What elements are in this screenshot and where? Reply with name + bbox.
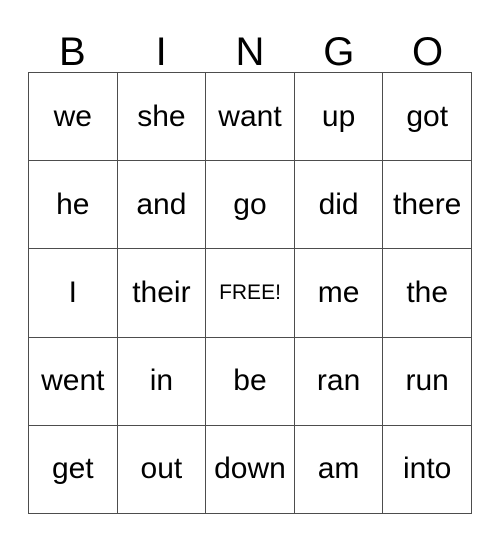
- bingo-card: B I N G O we she want up got he and go d…: [28, 14, 472, 514]
- bingo-cell-b2[interactable]: he: [29, 161, 118, 250]
- bingo-cell-n5[interactable]: down: [206, 425, 295, 514]
- bingo-cell-label: up: [321, 99, 356, 133]
- bingo-cell-label: we: [53, 99, 92, 133]
- bingo-cell-i3[interactable]: their: [117, 249, 207, 338]
- bingo-header-letter-b: B: [59, 30, 86, 74]
- bingo-cell-g2[interactable]: did: [294, 161, 384, 250]
- bingo-free-space-label: FREE!: [219, 281, 281, 305]
- bingo-cell-label: in: [149, 364, 174, 398]
- bingo-cell-label: into: [403, 452, 452, 486]
- bingo-cell-b1[interactable]: we: [29, 73, 118, 162]
- bingo-cell-label: am: [317, 452, 360, 486]
- bingo-cell-i5[interactable]: out: [117, 425, 207, 514]
- bingo-cell-label: did: [318, 187, 359, 221]
- bingo-cell-n1[interactable]: want: [206, 73, 295, 162]
- bingo-cell-o2[interactable]: there: [383, 161, 472, 250]
- bingo-cell-g5[interactable]: am: [294, 425, 384, 514]
- bingo-cell-i4[interactable]: in: [117, 337, 207, 426]
- bingo-cell-label: went: [41, 364, 105, 398]
- bingo-cell-label: I: [68, 275, 77, 309]
- bingo-header-letter-n: N: [235, 30, 265, 74]
- bingo-cell-label: be: [233, 364, 267, 398]
- bingo-cell-g1[interactable]: up: [294, 73, 384, 162]
- bingo-grid: we she want up got he and go did there I…: [28, 72, 472, 514]
- bingo-cell-b5[interactable]: get: [29, 425, 118, 514]
- bingo-cell-label: run: [405, 364, 449, 398]
- bingo-cell-label: and: [136, 187, 187, 221]
- bingo-cell-b3[interactable]: I: [29, 249, 118, 338]
- bingo-cell-g3[interactable]: me: [294, 249, 384, 338]
- bingo-cell-label: go: [233, 187, 267, 221]
- bingo-cell-o5[interactable]: into: [383, 425, 472, 514]
- bingo-cell-free-space[interactable]: FREE!: [206, 249, 295, 338]
- bingo-cell-o4[interactable]: run: [383, 337, 472, 426]
- bingo-cell-label: she: [137, 99, 186, 133]
- bingo-cell-b4[interactable]: went: [29, 337, 118, 426]
- bingo-cell-label: there: [392, 187, 462, 221]
- bingo-cell-i2[interactable]: and: [117, 161, 207, 250]
- bingo-cell-o3[interactable]: the: [383, 249, 472, 338]
- bingo-header-letter-o: O: [412, 30, 444, 74]
- bingo-cell-label: me: [317, 275, 360, 309]
- bingo-header-row: B I N G O: [28, 14, 472, 72]
- bingo-cell-g4[interactable]: ran: [294, 337, 384, 426]
- bingo-cell-i1[interactable]: she: [117, 73, 207, 162]
- bingo-cell-o1[interactable]: got: [383, 73, 472, 162]
- bingo-cell-label: their: [132, 275, 191, 309]
- bingo-cell-label: want: [218, 99, 282, 133]
- bingo-cell-label: the: [406, 275, 449, 309]
- bingo-cell-label: he: [56, 187, 90, 221]
- bingo-cell-label: got: [406, 99, 449, 133]
- bingo-cell-label: ran: [316, 364, 361, 398]
- bingo-cell-label: down: [214, 452, 286, 486]
- bingo-cell-n4[interactable]: be: [206, 337, 295, 426]
- bingo-header-letter-g: G: [323, 30, 355, 74]
- bingo-header-letter-i: I: [155, 30, 167, 74]
- bingo-cell-n2[interactable]: go: [206, 161, 295, 250]
- bingo-cell-label: get: [51, 452, 94, 486]
- bingo-cell-label: out: [140, 452, 183, 486]
